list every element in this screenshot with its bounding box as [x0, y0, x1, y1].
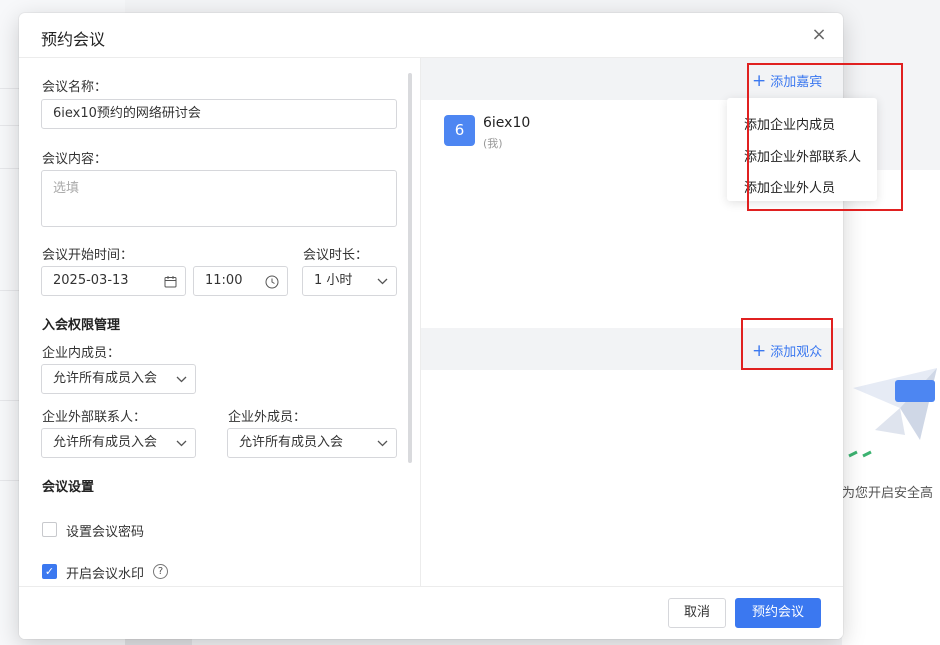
- meeting-name-label: 会议名称：: [42, 80, 108, 95]
- schedule-meeting-button[interactable]: 预约会议: [735, 598, 821, 628]
- internal-members-label: 企业内成员：: [42, 346, 121, 361]
- meeting-content-textarea[interactable]: 选填: [41, 170, 397, 227]
- dialog-header: 预约会议 ×: [19, 13, 843, 58]
- chevron-down-icon: [176, 429, 187, 457]
- cancel-button[interactable]: 取消: [668, 598, 726, 628]
- external-contacts-select[interactable]: 允许所有成员入会: [41, 428, 196, 458]
- guest-self-note: (我): [483, 137, 503, 150]
- close-icon[interactable]: ×: [809, 25, 829, 45]
- start-time-picker[interactable]: 11:00: [193, 266, 288, 296]
- form-scrollbar[interactable]: [408, 73, 412, 463]
- dialog-title: 预约会议: [41, 30, 106, 49]
- highlight-box-add-audience: [741, 318, 833, 370]
- watermark-label: 开启会议水印: [66, 567, 145, 582]
- password-checkbox[interactable]: [42, 522, 57, 537]
- start-time-label: 会议开始时间：: [42, 248, 134, 263]
- external-members-select[interactable]: 允许所有成员入会: [227, 428, 397, 458]
- meeting-form: 会议名称： 6iex10预约的网络研讨会 会议内容： 选填 会议开始时间： 20…: [19, 58, 421, 586]
- guest-name: 6iex10: [483, 115, 531, 131]
- meeting-content-label: 会议内容：: [42, 152, 108, 167]
- background-safety-text: 为您开启安全高: [842, 486, 934, 501]
- external-contacts-label: 企业外部联系人：: [42, 410, 147, 425]
- dialog-footer: 取消 预约会议: [19, 586, 843, 639]
- meeting-name-input[interactable]: 6iex10预约的网络研讨会: [41, 99, 397, 129]
- external-contacts-value: 允许所有成员入会: [53, 435, 158, 450]
- chevron-down-icon: [377, 429, 388, 457]
- chevron-down-icon: [377, 267, 388, 295]
- duration-label: 会议时长：: [303, 248, 369, 263]
- clock-icon: [265, 267, 279, 295]
- watermark-checkbox[interactable]: ✓: [42, 564, 57, 579]
- duration-select[interactable]: 1 小时: [302, 266, 397, 296]
- internal-members-value: 允许所有成员入会: [53, 371, 158, 386]
- avatar: 6: [444, 115, 475, 146]
- start-time-value: 11:00: [205, 273, 243, 288]
- start-date-picker[interactable]: 2025-03-13: [41, 266, 186, 296]
- duration-value: 1 小时: [314, 273, 353, 288]
- internal-members-select[interactable]: 允许所有成员入会: [41, 364, 196, 394]
- calendar-icon: [164, 267, 177, 295]
- paper-plane-illustration: [848, 368, 937, 458]
- settings-section-title: 会议设置: [42, 480, 95, 495]
- permission-section-title: 入会权限管理: [42, 318, 121, 333]
- help-icon[interactable]: ?: [153, 564, 168, 579]
- highlight-box-add-guest: [747, 63, 903, 211]
- schedule-meeting-dialog: 预约会议 × 会议名称： 6iex10预约的网络研讨会 会议内容： 选填 会议开…: [19, 13, 843, 639]
- chevron-down-icon: [176, 365, 187, 393]
- password-label: 设置会议密码: [66, 525, 145, 540]
- external-members-label: 企业外成员：: [228, 410, 307, 425]
- start-date-value: 2025-03-13: [53, 273, 129, 288]
- external-members-value: 允许所有成员入会: [239, 435, 344, 450]
